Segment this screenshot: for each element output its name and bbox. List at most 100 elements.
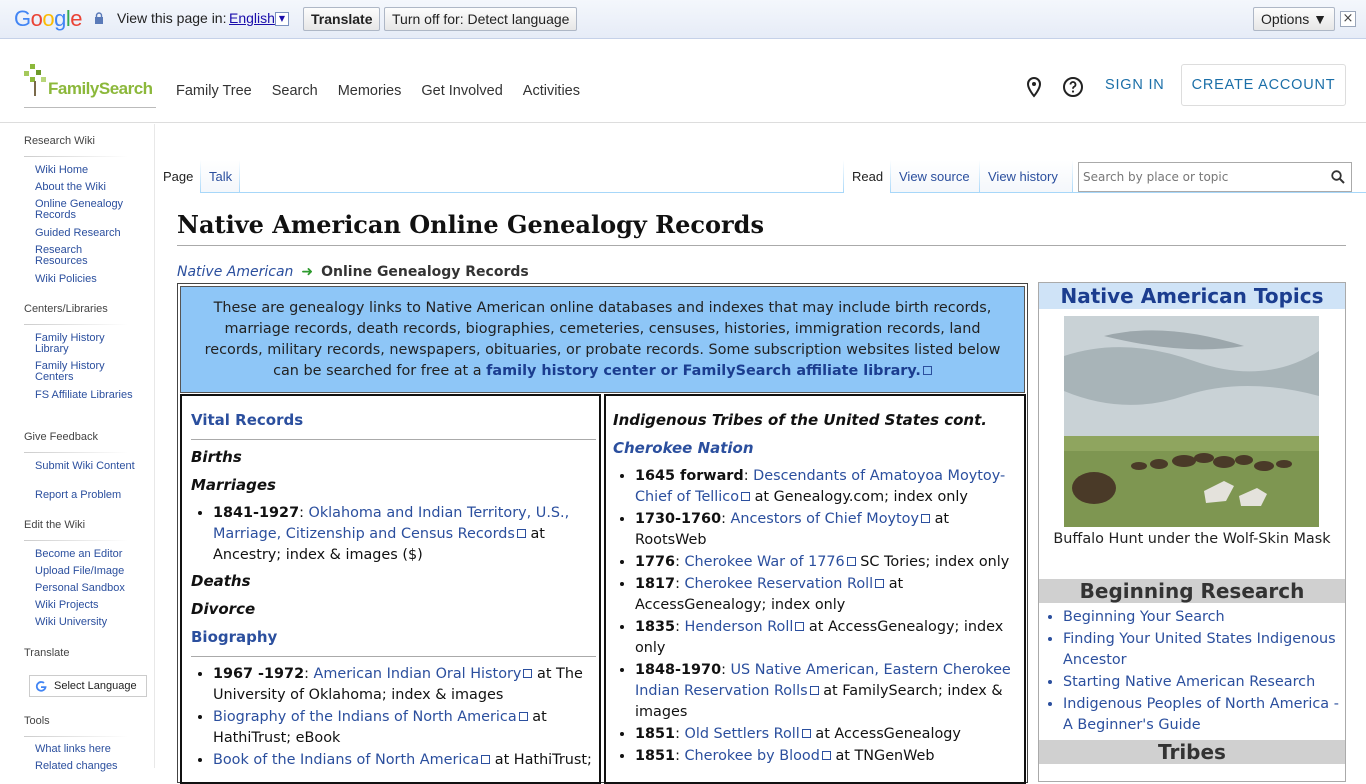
record-source: at AccessGenealogy — [810, 726, 961, 742]
sidebar-item-wiki-policies[interactable]: Wiki Policies — [35, 274, 135, 285]
sidebar-item-university[interactable]: Wiki University — [35, 617, 135, 628]
sidebar-item-guided-research[interactable]: Guided Research — [35, 228, 135, 239]
sidebar-item-projects[interactable]: Wiki Projects — [35, 600, 135, 611]
record-year: 1835 — [635, 619, 676, 635]
nav-search[interactable]: Search — [272, 83, 318, 99]
options-button[interactable]: Options ▼ — [1253, 7, 1335, 31]
list-item: 1645 forward: Descendants of Amatoyoa Mo… — [635, 466, 1024, 508]
list-item: 1851: Old Settlers Roll at AccessGenealo… — [635, 724, 1024, 745]
sidebar-item-upload[interactable]: Upload File/Image — [35, 566, 135, 577]
external-link-icon — [821, 751, 831, 760]
record-year: 1817 — [635, 576, 676, 592]
familysearch-logo[interactable]: FamilySearch — [24, 64, 156, 108]
page-title: Native American Online Genealogy Records — [177, 210, 1346, 246]
nav-family-tree[interactable]: Family Tree — [176, 83, 252, 99]
google-g-icon — [35, 681, 47, 692]
sidebar-item-fhc[interactable]: Family History Centers — [35, 361, 135, 383]
select-language-label: Select Language — [54, 680, 137, 692]
sidebar-item-wiki-home[interactable]: Wiki Home — [35, 165, 135, 176]
vital-records-link[interactable]: Vital Records — [191, 411, 303, 429]
record-link[interactable]: Biography of the Indians of North Americ… — [213, 709, 517, 725]
record-link[interactable]: Cherokee War of 1776 — [685, 554, 845, 570]
translate-button[interactable]: Translate — [303, 7, 381, 31]
close-icon[interactable]: × — [1340, 11, 1356, 27]
tab-page[interactable]: Page — [155, 160, 200, 193]
record-link[interactable]: Ancestors of Chief Moytoy — [731, 511, 919, 527]
beginning-list: Beginning Your Search Finding Your Unite… — [1063, 607, 1345, 736]
sidebar-item-fhl[interactable]: Family History Library — [35, 333, 135, 355]
record-link[interactable]: Book of the Indians of North America — [213, 752, 479, 768]
external-link-icon — [809, 686, 819, 695]
create-account-button[interactable]: CREATE ACCOUNT — [1181, 64, 1346, 106]
topics-infobox: Native American Topics Buffalo Hunt unde… — [1038, 282, 1346, 782]
record-year: 1730-1760 — [635, 511, 722, 527]
sidebar-item-related-changes[interactable]: Related changes — [35, 761, 135, 772]
births-heading: Births — [191, 448, 242, 466]
intro-panel: These are genealogy links to Native Amer… — [180, 286, 1025, 393]
buffalo-hunt-painting[interactable] — [1064, 316, 1319, 527]
language-dropdown-icon[interactable]: ▼ — [275, 12, 289, 26]
record-link[interactable]: Cherokee by Blood — [685, 748, 820, 764]
sidebar-item-sandbox[interactable]: Personal Sandbox — [35, 583, 135, 594]
google-logo: Google — [14, 6, 83, 31]
record-link[interactable]: Henderson Roll — [685, 619, 794, 635]
tab-view-history[interactable]: View history — [980, 160, 1072, 193]
list-item: 1817: Cherokee Reservation Roll at Acces… — [635, 574, 1024, 616]
record-link[interactable]: American Indian Oral History — [314, 666, 522, 682]
record-year: 1776 — [635, 554, 676, 570]
nav-memories[interactable]: Memories — [338, 83, 402, 99]
deaths-heading: Deaths — [191, 572, 251, 590]
sidebar-item-submit-content[interactable]: Submit Wiki Content — [35, 461, 135, 472]
nav-get-involved[interactable]: Get Involved — [421, 83, 502, 99]
location-pin-icon[interactable] — [1023, 76, 1045, 98]
affiliate-library-link[interactable]: family history center or FamilySearch af… — [486, 363, 921, 379]
record-link[interactable]: Old Settlers Roll — [685, 726, 800, 742]
list-item[interactable]: Finding Your United States Indigenous An… — [1063, 629, 1345, 671]
tree-icon — [24, 64, 46, 96]
nav-activities[interactable]: Activities — [523, 83, 580, 99]
list-item: 1967 -1972: American Indian Oral History… — [213, 664, 599, 706]
tab-talk[interactable]: Talk — [201, 160, 239, 193]
breadcrumb-parent-link[interactable]: Native American — [177, 264, 293, 280]
divider — [239, 160, 240, 193]
list-item[interactable]: Starting Native American Research — [1063, 672, 1345, 693]
sidebar-item-become-editor[interactable]: Become an Editor — [35, 549, 135, 560]
divorce-heading: Divorce — [191, 600, 256, 618]
divider — [24, 156, 128, 157]
search-icon[interactable] — [1331, 170, 1345, 184]
select-language-button[interactable]: Select Language — [29, 675, 147, 697]
list-item[interactable]: Beginning Your Search — [1063, 607, 1345, 628]
sidebar-item-report-problem[interactable]: Report a Problem — [35, 490, 135, 501]
tribes-cont-heading: Indigenous Tribes of the United States c… — [613, 411, 987, 429]
record-year: 1841-1927 — [213, 505, 300, 521]
topics-title[interactable]: Native American Topics — [1039, 283, 1345, 309]
turn-off-button[interactable]: Turn off for: Detect language — [384, 7, 578, 31]
sidebar-item-affiliate[interactable]: FS Affiliate Libraries — [35, 390, 135, 401]
list-item[interactable]: Indigenous Peoples of North America - A … — [1063, 694, 1345, 736]
external-link-icon — [518, 712, 528, 721]
sidebar-heading-edit: Edit the Wiki — [24, 519, 86, 531]
tribes-title: Tribes — [1039, 740, 1345, 764]
wiki-search — [1078, 162, 1352, 192]
record-year: 1851 — [635, 726, 676, 742]
tab-read[interactable]: Read — [844, 160, 890, 193]
language-link[interactable]: English — [229, 10, 275, 26]
sidebar-item-about-wiki[interactable]: About the Wiki — [35, 182, 135, 193]
sign-in-link[interactable]: SIGN IN — [1105, 77, 1165, 93]
sidebar-item-what-links[interactable]: What links here — [35, 744, 135, 755]
external-link-icon — [875, 579, 885, 588]
help-icon[interactable] — [1062, 76, 1084, 98]
list-item: 1848-1970: US Native American, Eastern C… — [635, 660, 1024, 723]
record-link[interactable]: Cherokee Reservation Roll — [685, 576, 874, 592]
sidebar-item-research-resources[interactable]: Research Resources — [35, 245, 135, 267]
record-year: 1848-1970 — [635, 662, 722, 678]
external-link-icon — [922, 366, 932, 375]
sidebar-item-online-records[interactable]: Online Genealogy Records — [35, 199, 135, 221]
biography-link[interactable]: Biography — [191, 628, 277, 646]
list-item: 1851: Cherokee by Blood at TNGenWeb — [635, 746, 1024, 767]
record-year: 1967 -1972 — [213, 666, 305, 682]
search-input[interactable] — [1079, 163, 1319, 191]
divider — [24, 324, 128, 325]
tab-view-source[interactable]: View source — [891, 160, 979, 193]
cherokee-nation-link[interactable]: Cherokee Nation — [613, 439, 754, 457]
